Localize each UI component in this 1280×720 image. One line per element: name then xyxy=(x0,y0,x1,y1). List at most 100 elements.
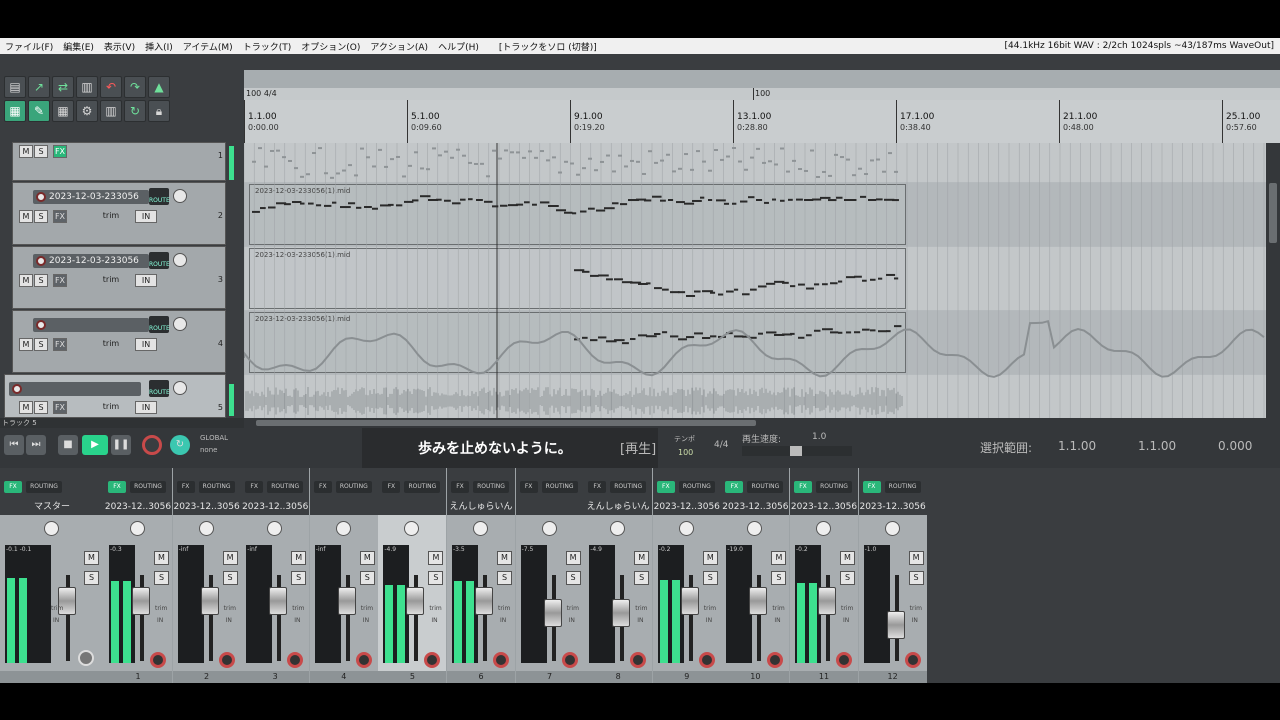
channel-mute-button[interactable]: M xyxy=(497,551,512,565)
volume-fader[interactable] xyxy=(475,587,493,615)
channel-number[interactable]: 4 xyxy=(309,671,378,683)
channel-routing-button[interactable]: ROUTING xyxy=(335,481,372,493)
track-solo-button[interactable]: S xyxy=(34,145,48,158)
channel-fx-button[interactable]: FX xyxy=(382,481,401,493)
channel-input-label[interactable]: IN xyxy=(500,617,506,624)
menu-file[interactable]: ファイル(F) xyxy=(0,40,58,53)
channel-number[interactable]: 11 xyxy=(790,671,858,683)
channel-trim-label[interactable]: trim xyxy=(910,605,922,612)
channel-input-label[interactable]: IN xyxy=(569,617,575,624)
channel-number[interactable]: 9 xyxy=(652,671,721,683)
input-button[interactable]: IN xyxy=(135,274,157,287)
channel-trim-label[interactable]: trim xyxy=(498,605,510,612)
global-automation-value[interactable]: none xyxy=(200,446,217,454)
pan-knob[interactable] xyxy=(747,521,763,536)
channel-record-arm[interactable] xyxy=(150,652,166,668)
grid-icon[interactable]: ▥ xyxy=(100,100,122,122)
grid-snap-icon[interactable]: ▦ xyxy=(4,100,26,122)
pan-knob[interactable] xyxy=(198,521,214,536)
channel-name[interactable]: 2023-12..3056 xyxy=(721,500,790,515)
stop-button[interactable]: ■ xyxy=(58,435,78,455)
channel-mute-button[interactable]: M xyxy=(222,551,238,565)
bar-lane[interactable]: 1.1.00 0:00.00 5.1.00 0:09.60 9.1.00 0:19.2… xyxy=(244,100,1280,143)
channel-name[interactable]: 2023-12..3056 xyxy=(790,500,858,515)
peak-readout[interactable]: -0.3 xyxy=(110,546,122,553)
channel-solo-button[interactable]: S xyxy=(84,571,99,585)
peak-readout[interactable]: -4.9 xyxy=(590,546,602,553)
channel-record-arm[interactable] xyxy=(767,652,784,668)
channel-number[interactable]: 3 xyxy=(241,671,310,683)
peak-readout[interactable]: -inf xyxy=(179,546,189,553)
peak-readout[interactable]: -inf xyxy=(247,546,257,553)
pan-knob[interactable] xyxy=(541,521,557,536)
channel-mute-button[interactable]: M xyxy=(702,551,718,565)
channel-solo-button[interactable]: S xyxy=(154,571,169,585)
channel-mute-button[interactable]: M xyxy=(291,551,307,565)
track-solo-button[interactable]: S xyxy=(34,274,48,287)
channel-routing-button[interactable]: ROUTING xyxy=(541,481,578,493)
new-project-icon[interactable]: ▤ xyxy=(4,76,26,98)
channel-fx-button[interactable]: FX xyxy=(588,481,607,493)
volume-knob[interactable] xyxy=(173,189,187,203)
channel-input-label[interactable]: IN xyxy=(431,617,437,624)
track-mute-button[interactable]: M xyxy=(19,274,33,287)
channel-number[interactable]: 2 xyxy=(172,671,241,683)
playrate-slider[interactable] xyxy=(742,446,852,456)
menu-edit[interactable]: 編集(E) xyxy=(58,40,99,53)
channel-number[interactable]: 1 xyxy=(104,671,172,683)
mixer-channel-strip[interactable]: FX ROUTING えんしゅらいん -3.5 M Strim IN 6 xyxy=(447,468,515,683)
open-project-icon[interactable]: ↗ xyxy=(28,76,50,98)
track-name-field[interactable]: 2023-12-03-233056 xyxy=(33,254,149,268)
pause-button[interactable]: ❚❚ xyxy=(111,435,131,455)
channel-fx-button[interactable]: FX xyxy=(176,481,195,493)
volume-fader[interactable] xyxy=(543,599,562,627)
channel-fx-button[interactable]: FX xyxy=(656,481,675,493)
channel-routing-button[interactable]: ROUTING xyxy=(130,481,166,493)
mixer-channel-strip[interactable]: FX ROUTING -inf M Strim IN 4 xyxy=(309,468,378,683)
channel-name[interactable]: えんしゅらいん xyxy=(584,500,653,515)
trim-label[interactable]: trim xyxy=(101,274,121,287)
channel-fx-button[interactable]: FX xyxy=(245,481,264,493)
pan-knob[interactable] xyxy=(335,521,351,536)
channel-name[interactable]: 2023-12..3056 xyxy=(858,500,927,515)
volume-knob[interactable] xyxy=(173,381,187,395)
volume-fader[interactable] xyxy=(612,599,631,627)
pan-knob[interactable] xyxy=(610,521,626,536)
track-mute-button[interactable]: M xyxy=(19,401,33,414)
channel-trim-label[interactable]: trim xyxy=(224,605,236,612)
track-mute-button[interactable]: M xyxy=(19,210,33,223)
volume-knob[interactable] xyxy=(173,253,187,267)
track-fx-button[interactable]: FX xyxy=(53,210,67,223)
channel-record-arm[interactable] xyxy=(836,652,852,668)
mixer-channel-strip[interactable]: FX ROUTING -4.9 M Strim IN 5 xyxy=(378,468,447,683)
menu-item[interactable]: アイテム(M) xyxy=(178,40,238,53)
tempo-value[interactable]: 100 xyxy=(678,448,693,457)
pan-knob[interactable] xyxy=(816,521,831,536)
play-button[interactable]: ▶ xyxy=(82,435,108,455)
channel-trim-label[interactable]: trim xyxy=(292,605,304,612)
input-button[interactable]: IN xyxy=(135,338,157,351)
project-settings-icon[interactable]: ▥ xyxy=(76,76,98,98)
input-button[interactable]: IN xyxy=(135,210,157,223)
track-solo-button[interactable]: S xyxy=(34,210,48,223)
channel-name[interactable]: 2023-12..3056 xyxy=(241,500,310,515)
record-arm-icon[interactable] xyxy=(36,256,46,266)
track-name-field[interactable] xyxy=(9,382,141,396)
mixer-channel-strip[interactable]: FX ROUTING 2023-12..3056 -0.3 M Strim IN 1 xyxy=(104,468,172,683)
channel-number[interactable] xyxy=(0,671,104,683)
track-3-header[interactable]: 2023-12-03-233056 ROUTE M S FX trim IN 3 xyxy=(12,246,226,309)
peak-readout[interactable]: -3.5 xyxy=(453,546,465,553)
channel-solo-button[interactable]: S xyxy=(291,571,307,585)
channel-fx-button[interactable]: FX xyxy=(519,481,538,493)
menu-options[interactable]: オプション(O) xyxy=(296,40,365,53)
peak-readout[interactable]: -19.0 xyxy=(727,546,743,553)
pan-knob[interactable] xyxy=(884,521,900,536)
repeat-button[interactable]: ↻ xyxy=(170,435,190,455)
volume-fader[interactable] xyxy=(749,587,768,615)
track-4-header[interactable]: ROUTE M S FX trim IN 4 xyxy=(12,310,226,373)
track-name-field[interactable]: 2023-12-03-233056 xyxy=(33,190,149,204)
volume-knob[interactable] xyxy=(173,317,187,331)
time-signature[interactable]: 4/4 xyxy=(714,440,728,450)
vertical-scrollbar[interactable] xyxy=(1266,143,1280,418)
channel-record-arm[interactable] xyxy=(287,652,304,668)
